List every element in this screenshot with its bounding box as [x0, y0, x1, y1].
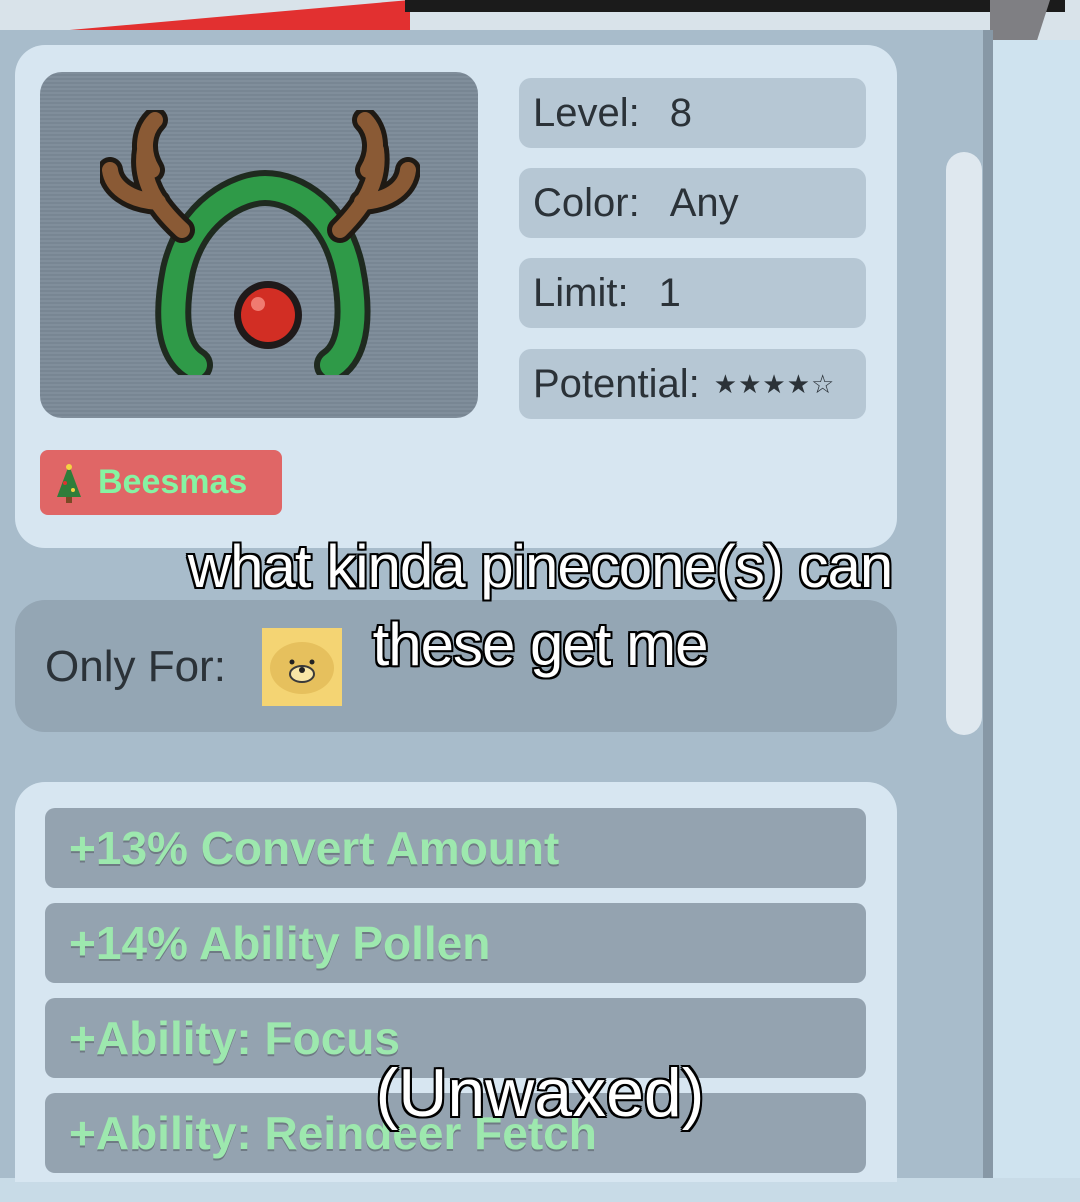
limit-stat: Limit: 1	[519, 258, 866, 328]
reindeer-antlers-icon	[100, 110, 420, 375]
caption-sub: (Unwaxed)	[375, 1055, 705, 1131]
level-stat: Level: 8	[519, 78, 866, 148]
background-right	[992, 40, 1080, 1202]
ability-row: +13% Convert Amount	[45, 808, 866, 888]
christmas-tree-icon	[57, 463, 81, 503]
event-badge: Beesmas	[40, 450, 282, 515]
color-value: Any	[669, 180, 739, 225]
potential-stars: ★★★★☆	[713, 368, 836, 399]
background-dark-bar	[405, 0, 1065, 12]
level-value: 8	[669, 90, 692, 135]
color-stat: Color: Any	[519, 168, 866, 238]
ability-row: +14% Ability Pollen	[45, 903, 866, 983]
potential-label: Potential:	[533, 361, 700, 406]
potential-stat: Potential: ★★★★☆	[519, 349, 866, 419]
color-label: Color:	[533, 180, 640, 225]
limit-value: 1	[658, 270, 681, 315]
caption-main: what kinda pinecone(s) can these get me	[187, 533, 893, 678]
limit-label: Limit:	[533, 270, 629, 315]
level-label: Level:	[533, 90, 640, 135]
scrollbar-thumb[interactable]	[946, 152, 982, 735]
event-badge-label: Beesmas	[98, 463, 248, 501]
